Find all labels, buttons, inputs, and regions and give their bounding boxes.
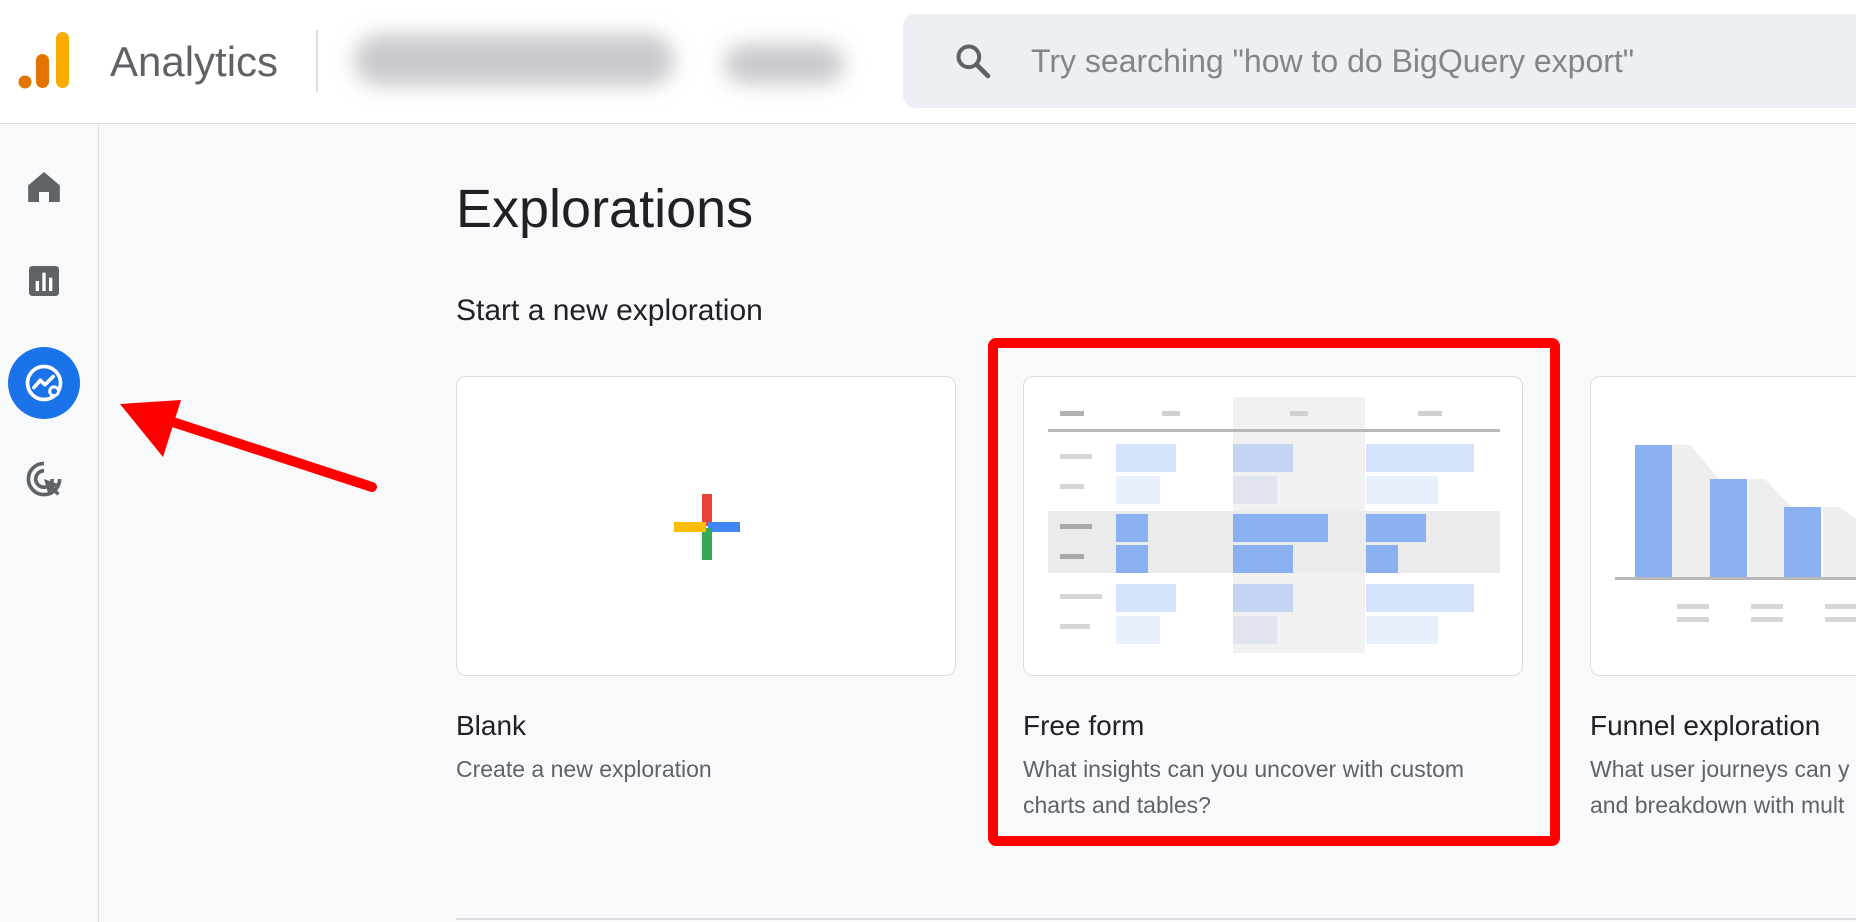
account-name-blurred	[354, 34, 674, 86]
card-title: Blank	[456, 710, 527, 741]
blank-template-card[interactable]	[456, 376, 956, 676]
card-description: Create a new exploration	[456, 756, 712, 782]
property-name-blurred	[724, 44, 844, 84]
home-icon	[28, 172, 60, 202]
nav-home[interactable]	[8, 151, 80, 223]
card-description-line: What user journeys can y	[1590, 756, 1850, 782]
product-name: Analytics	[110, 38, 279, 85]
section-divider	[456, 918, 1856, 920]
header-divider	[316, 30, 318, 92]
card-title: Funnel exploration	[1590, 710, 1821, 741]
page-title: Explorations	[456, 179, 754, 239]
annotation-arrow	[120, 400, 377, 492]
top-app-bar: Analytics	[0, 0, 1856, 124]
search-input[interactable]	[1031, 36, 1831, 86]
section-title: Start a new exploration	[456, 294, 763, 327]
nav-reports[interactable]	[8, 245, 80, 317]
google-analytics-logo[interactable]	[18, 30, 72, 90]
plus-icon	[674, 494, 740, 560]
left-nav	[0, 125, 99, 922]
bar-chart-icon	[29, 266, 59, 296]
funnel-template-card[interactable]	[1590, 376, 1856, 676]
explore-icon	[25, 364, 63, 402]
cursor-target-icon	[26, 461, 62, 497]
funnel-chart-illustration	[1615, 445, 1856, 622]
highlight-box	[988, 338, 1560, 846]
card-description-line: and breakdown with mult	[1590, 792, 1845, 818]
card-description: What user journeys can y and breakdown w…	[1590, 751, 1850, 823]
nav-explore[interactable]	[8, 347, 80, 419]
search-bar[interactable]	[903, 14, 1856, 108]
search-icon	[956, 44, 991, 79]
account-picker[interactable]	[340, 14, 860, 108]
nav-advertising[interactable]	[8, 443, 80, 515]
